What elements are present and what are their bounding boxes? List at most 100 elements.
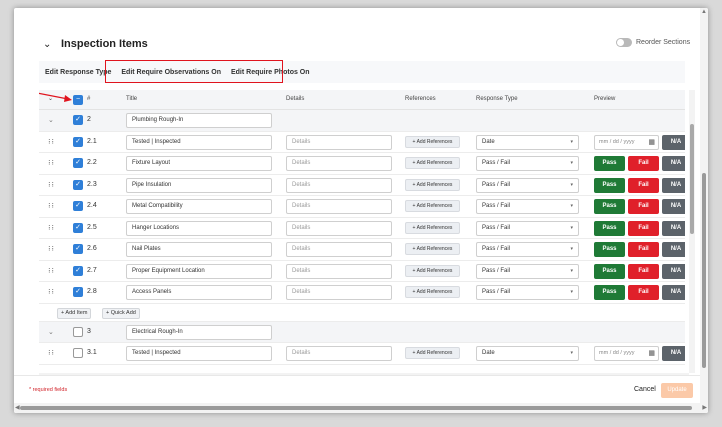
drag-handle-icon[interactable]: ⠇⠇ bbox=[48, 203, 56, 210]
scroll-up-arrow-icon[interactable]: ▲ bbox=[701, 9, 707, 15]
item-checkbox[interactable]: ✓ bbox=[73, 222, 83, 233]
add-references-button[interactable]: + Add References bbox=[405, 157, 460, 169]
details-input[interactable]: Details bbox=[286, 263, 392, 279]
pass-button[interactable]: Pass bbox=[594, 220, 625, 236]
edit-response-type-button[interactable]: Edit Response Type bbox=[45, 69, 111, 76]
response-type-select[interactable]: Pass / Fail ▾ bbox=[476, 220, 579, 236]
response-type-select[interactable]: Pass / Fail ▾ bbox=[476, 177, 579, 193]
details-input[interactable]: Details bbox=[286, 177, 392, 193]
item-checkbox[interactable]: ✓ bbox=[73, 287, 83, 297]
group-checkbox[interactable]: ✓ bbox=[73, 115, 83, 125]
fail-button[interactable]: Fail bbox=[628, 242, 659, 257]
add-references-button[interactable]: + Add References bbox=[405, 200, 460, 212]
na-button[interactable]: N/A bbox=[662, 199, 685, 214]
item-title-input[interactable]: Hanger Locations bbox=[126, 220, 272, 236]
details-input[interactable]: Details bbox=[286, 220, 392, 236]
item-title-input[interactable]: Access Panels bbox=[126, 285, 272, 300]
item-checkbox[interactable]: ✓ bbox=[73, 244, 83, 254]
response-type-select[interactable]: Pass / Fail ▾ bbox=[476, 199, 579, 214]
add-references-button[interactable]: + Add References bbox=[405, 243, 460, 255]
item-checkbox[interactable] bbox=[73, 348, 83, 358]
calendar-icon[interactable]: ▦ bbox=[648, 136, 655, 149]
grid-scrollbar[interactable] bbox=[689, 90, 695, 373]
add-references-button[interactable]: + Add References bbox=[405, 347, 460, 359]
date-preview-input[interactable]: mm / dd / yyyy ▦ bbox=[594, 134, 659, 150]
update-button[interactable]: Update bbox=[661, 383, 693, 398]
item-title-input[interactable]: Fixture Layout bbox=[126, 156, 272, 171]
item-title-input[interactable]: Tested | Inspected bbox=[126, 346, 272, 361]
fail-button[interactable]: Fail bbox=[628, 156, 659, 171]
add-references-button[interactable]: + Add References bbox=[405, 135, 460, 148]
pass-button[interactable]: Pass bbox=[594, 263, 625, 279]
add-item-button[interactable]: + Add Item bbox=[57, 307, 92, 319]
scroll-left-arrow-icon[interactable]: ◀ bbox=[15, 404, 20, 411]
response-type-select[interactable]: Pass / Fail ▾ bbox=[476, 263, 579, 279]
item-title-input[interactable]: Nail Plates bbox=[126, 242, 272, 257]
group-title-input[interactable]: Electrical Rough-In bbox=[126, 324, 272, 340]
chevron-down-icon[interactable]: ⌄ bbox=[48, 116, 54, 124]
na-button[interactable]: N/A bbox=[662, 263, 685, 279]
drag-handle-icon[interactable]: ⠇⠇ bbox=[48, 289, 56, 296]
drag-handle-icon[interactable]: ⠇⠇ bbox=[48, 182, 56, 189]
na-button[interactable]: N/A bbox=[662, 177, 685, 193]
na-button[interactable]: N/A bbox=[662, 346, 685, 361]
fail-button[interactable]: Fail bbox=[628, 177, 659, 193]
details-input[interactable]: Details bbox=[286, 156, 392, 171]
item-title-input[interactable]: Metal Compatibility bbox=[126, 199, 272, 214]
na-button[interactable]: N/A bbox=[662, 242, 685, 257]
na-button[interactable]: N/A bbox=[662, 220, 685, 236]
group-checkbox[interactable] bbox=[73, 326, 83, 337]
chevron-down-icon[interactable]: ⌄ bbox=[43, 39, 53, 50]
item-checkbox[interactable]: ✓ bbox=[73, 179, 83, 190]
response-type-select[interactable]: Date ▾ bbox=[476, 134, 579, 150]
response-type-select[interactable]: Pass / Fail ▾ bbox=[476, 285, 579, 300]
item-title-input[interactable]: Tested | Inspected bbox=[126, 134, 272, 150]
window-vertical-scrollbar[interactable]: ▲ bbox=[700, 8, 708, 403]
item-checkbox[interactable]: ✓ bbox=[73, 158, 83, 168]
drag-handle-icon[interactable]: ⠇⠇ bbox=[48, 350, 56, 357]
add-references-button[interactable]: + Add References bbox=[405, 264, 460, 277]
details-input[interactable]: Details bbox=[286, 134, 392, 150]
pass-button[interactable]: Pass bbox=[594, 285, 625, 300]
reorder-sections-toggle[interactable]: Reorder Sections bbox=[616, 38, 690, 47]
scroll-right-arrow-icon[interactable]: ▶ bbox=[702, 404, 707, 411]
na-button[interactable]: N/A bbox=[662, 156, 685, 171]
pass-button[interactable]: Pass bbox=[594, 242, 625, 257]
item-checkbox[interactable]: ✓ bbox=[73, 265, 83, 276]
item-checkbox[interactable]: ✓ bbox=[73, 201, 83, 211]
details-input[interactable]: Details bbox=[286, 346, 392, 361]
window-horizontal-scrollbar[interactable]: ◀ ▶ bbox=[14, 403, 708, 413]
date-preview-input[interactable]: mm / dd / yyyy ▦ bbox=[594, 346, 659, 361]
drag-handle-icon[interactable]: ⠇⠇ bbox=[48, 225, 56, 232]
quick-add-button[interactable]: + Quick Add bbox=[102, 307, 140, 319]
pass-button[interactable]: Pass bbox=[594, 156, 625, 171]
details-input[interactable]: Details bbox=[286, 242, 392, 257]
pass-button[interactable]: Pass bbox=[594, 177, 625, 193]
toggle-switch[interactable] bbox=[616, 38, 632, 47]
section-header[interactable]: ⌄ Inspection Items bbox=[43, 38, 148, 50]
cancel-button[interactable]: Cancel bbox=[634, 386, 656, 393]
item-title-input[interactable]: Pipe Insulation bbox=[126, 177, 272, 193]
fail-button[interactable]: Fail bbox=[628, 220, 659, 236]
add-references-button[interactable]: + Add References bbox=[405, 178, 460, 191]
na-button[interactable]: N/A bbox=[662, 285, 685, 300]
add-references-button[interactable]: + Add References bbox=[405, 221, 460, 234]
drag-handle-icon[interactable]: ⠇⠇ bbox=[48, 139, 56, 146]
response-type-select[interactable]: Pass / Fail ▾ bbox=[476, 156, 579, 171]
details-input[interactable]: Details bbox=[286, 285, 392, 300]
fail-button[interactable]: Fail bbox=[628, 263, 659, 279]
drag-handle-icon[interactable]: ⠇⠇ bbox=[48, 246, 56, 253]
drag-handle-icon[interactable]: ⠇⠇ bbox=[48, 160, 56, 167]
na-button[interactable]: N/A bbox=[662, 134, 685, 150]
calendar-icon[interactable]: ▦ bbox=[648, 347, 655, 360]
fail-button[interactable]: Fail bbox=[628, 199, 659, 214]
fail-button[interactable]: Fail bbox=[628, 285, 659, 300]
response-type-select[interactable]: Pass / Fail ▾ bbox=[476, 242, 579, 257]
chevron-down-icon[interactable]: ⌄ bbox=[48, 328, 54, 336]
item-checkbox[interactable]: ✓ bbox=[73, 136, 83, 147]
group-title-input[interactable]: Plumbing Rough-In bbox=[126, 113, 272, 128]
response-type-select[interactable]: Date ▾ bbox=[476, 346, 579, 361]
details-input[interactable]: Details bbox=[286, 199, 392, 214]
add-references-button[interactable]: + Add References bbox=[405, 286, 460, 298]
item-title-input[interactable]: Proper Equipment Location bbox=[126, 263, 272, 279]
